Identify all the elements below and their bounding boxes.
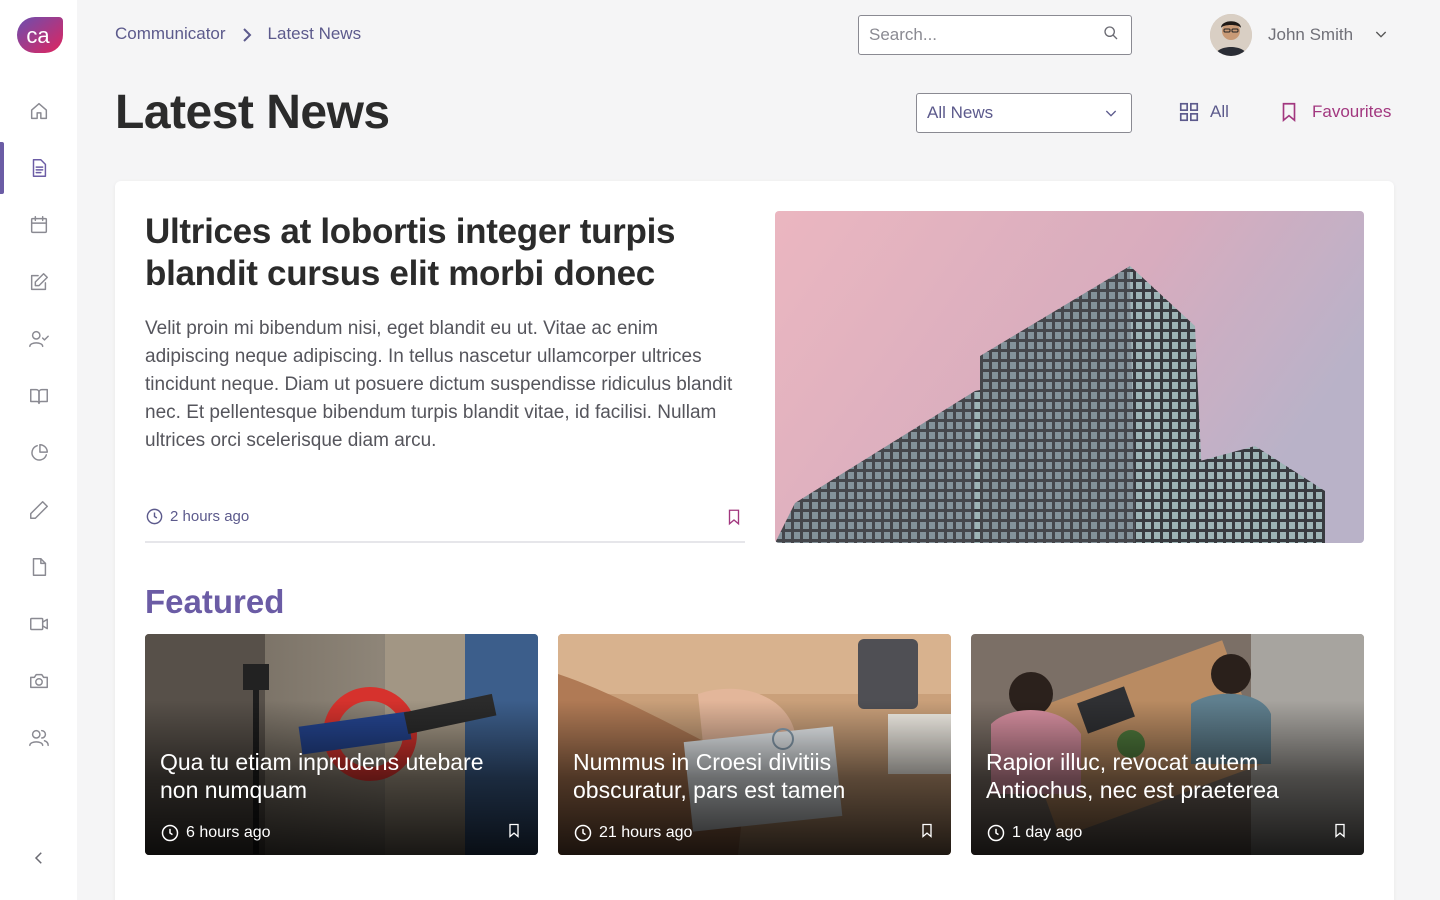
sidebar-collapse-button[interactable] bbox=[27, 846, 51, 870]
bookmark-icon bbox=[1282, 102, 1296, 123]
featured-card[interactable]: Rapior illuc, revocat autem Antiochus, n… bbox=[971, 634, 1364, 855]
clock-icon bbox=[161, 824, 179, 842]
bookmark-icon bbox=[922, 823, 932, 838]
featured-card[interactable]: Nummus in Croesi divitiis obscuratur, pa… bbox=[558, 634, 951, 855]
avatar bbox=[1210, 14, 1252, 56]
sidebar-item-calendar[interactable] bbox=[0, 199, 77, 251]
sidebar-item-files[interactable] bbox=[0, 541, 77, 593]
featured-card[interactable]: Qua tu etiam inprudens utebare non numqu… bbox=[145, 634, 538, 855]
user-menu[interactable]: John Smith bbox=[1210, 14, 1391, 56]
pie-chart-icon bbox=[30, 444, 48, 461]
chevron-down-icon[interactable] bbox=[1373, 26, 1391, 44]
users-icon bbox=[28, 729, 49, 747]
video-icon bbox=[29, 617, 48, 631]
breadcrumb-root-link[interactable]: Communicator bbox=[115, 24, 226, 44]
search-box bbox=[858, 15, 1132, 55]
view-all-button[interactable]: All bbox=[1178, 101, 1229, 123]
sidebar: ca bbox=[0, 0, 77, 900]
sidebar-item-user-check[interactable] bbox=[0, 313, 77, 365]
sidebar-item-camera[interactable] bbox=[0, 655, 77, 707]
bookmark-icon bbox=[509, 823, 519, 838]
hero-time-text: 2 hours ago bbox=[170, 508, 250, 525]
favourites-label: Favourites bbox=[1312, 102, 1392, 121]
sidebar-item-pencil[interactable] bbox=[0, 484, 77, 536]
hero-article-title[interactable]: Ultrices at lobortis integer turpis blan… bbox=[145, 211, 705, 295]
hero-article-image[interactable] bbox=[775, 211, 1364, 543]
featured-time-text: 21 hours ago bbox=[599, 824, 693, 841]
hero-article-meta: 2 hours ago bbox=[145, 507, 745, 543]
chevron-right-icon bbox=[242, 27, 252, 42]
featured-card-title: Rapior illuc, revocat autem Antiochus, n… bbox=[986, 749, 1279, 803]
chevron-left-icon bbox=[34, 852, 42, 864]
document-icon bbox=[32, 159, 46, 177]
hero-bookmark-button[interactable] bbox=[725, 507, 745, 527]
file-icon bbox=[32, 558, 46, 576]
clock-icon bbox=[146, 508, 163, 525]
grid-icon bbox=[1179, 102, 1199, 122]
app-logo[interactable]: ca bbox=[15, 15, 63, 55]
user-check-icon bbox=[28, 330, 49, 348]
breadcrumb-current[interactable]: Latest News bbox=[268, 24, 362, 44]
search-input[interactable] bbox=[859, 16, 1103, 54]
sidebar-item-users[interactable] bbox=[0, 712, 77, 764]
home-icon bbox=[30, 102, 47, 120]
featured-bookmark-button[interactable] bbox=[919, 821, 935, 845]
news-category-select[interactable]: All News bbox=[916, 93, 1132, 133]
featured-card-title: Nummus in Croesi divitiis obscuratur, pa… bbox=[573, 749, 846, 803]
hero-article-body: Velit proin mi bibendum nisi, eget bland… bbox=[145, 318, 733, 451]
user-name: John Smith bbox=[1268, 25, 1354, 44]
featured-time-text: 1 day ago bbox=[1012, 824, 1083, 841]
hero-article-time: 2 hours ago bbox=[145, 507, 249, 526]
bookmark-icon bbox=[1335, 823, 1345, 838]
svg-text:ca: ca bbox=[26, 23, 50, 48]
book-icon bbox=[29, 388, 48, 405]
sidebar-item-edit[interactable] bbox=[0, 256, 77, 308]
view-all-label: All bbox=[1210, 102, 1229, 121]
sidebar-item-news[interactable] bbox=[0, 142, 77, 194]
news-panel: Ultrices at lobortis integer turpis blan… bbox=[115, 181, 1394, 900]
camera-icon bbox=[29, 673, 48, 689]
featured-card-title: Qua tu etiam inprudens utebare non numqu… bbox=[160, 749, 484, 803]
featured-card-time: 1 day ago bbox=[986, 823, 1082, 843]
sidebar-item-book[interactable] bbox=[0, 370, 77, 422]
breadcrumb: Communicator Latest News bbox=[115, 24, 361, 44]
featured-heading: Featured bbox=[145, 583, 285, 620]
featured-time-text: 6 hours ago bbox=[186, 824, 271, 841]
page-title: Latest News bbox=[115, 86, 390, 139]
featured-bookmark-button[interactable] bbox=[1332, 821, 1348, 845]
sidebar-item-video[interactable] bbox=[0, 598, 77, 650]
sidebar-item-reports[interactable] bbox=[0, 427, 77, 479]
edit-icon bbox=[30, 273, 48, 291]
featured-card-time: 21 hours ago bbox=[573, 823, 692, 843]
bookmark-icon bbox=[728, 509, 740, 526]
favourites-button[interactable]: Favourites bbox=[1278, 101, 1391, 123]
clock-icon bbox=[574, 824, 592, 842]
chevron-down-icon bbox=[1105, 110, 1117, 117]
clock-icon bbox=[987, 824, 1005, 842]
search-icon[interactable] bbox=[1103, 25, 1123, 45]
pencil-icon bbox=[29, 501, 48, 519]
sidebar-item-home[interactable] bbox=[0, 85, 77, 137]
featured-bookmark-button[interactable] bbox=[506, 821, 522, 845]
calendar-icon bbox=[30, 216, 47, 234]
featured-card-time: 6 hours ago bbox=[160, 823, 271, 843]
news-category-value: All News bbox=[927, 103, 994, 122]
